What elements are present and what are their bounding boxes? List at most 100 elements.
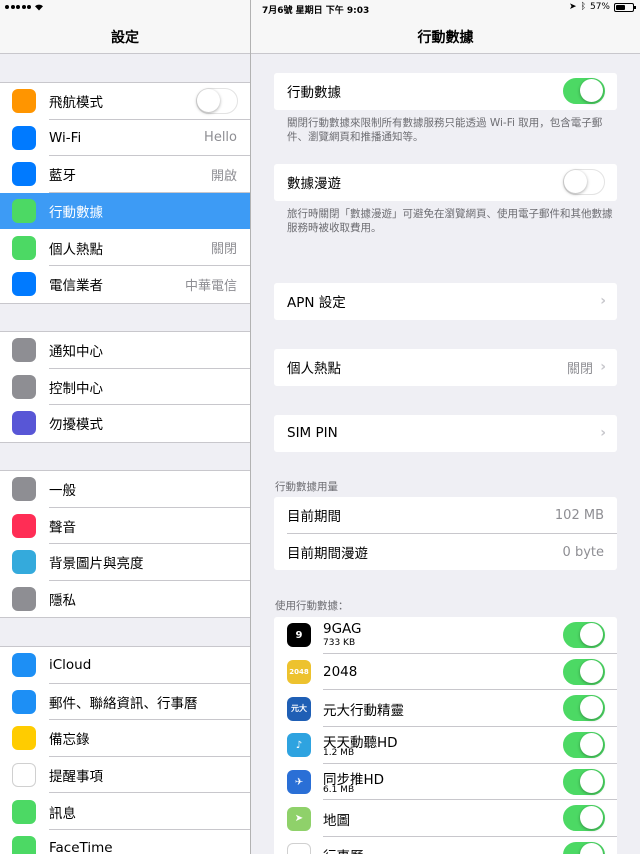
hotspot-label: 個人熱點 [287,361,341,378]
sidebar-item[interactable]: 飛航模式 [0,83,250,120]
usage-label: 目前期間漫遊 [287,546,368,563]
app-icon-glyph: 9 [295,629,303,641]
app-cellular-toggle[interactable] [563,768,605,795]
settings-group: 通知中心控制中心 勿擾模式 [0,331,250,443]
location-icon: ➤ [569,2,577,12]
sidebar-item[interactable]: iCloud [0,647,250,684]
hand-icon [12,587,36,612]
signal-dots-icon [5,5,31,9]
app-data-size: 1.2 MB [323,748,355,759]
mail-icon [12,689,36,714]
settings-group: 一般聲音 背景圖片與亮度 隱私 [0,470,250,619]
airplane-icon [12,89,36,114]
sidebar-item[interactable]: 提醒事項 [0,757,250,794]
sidebar-item-label: 備忘錄 [49,732,90,749]
sidebar-item-label: 電信業者 [49,278,103,295]
app-data-size: 733 KB [323,638,356,648]
sidebar-item[interactable]: 背景圖片與亮度 [0,544,250,581]
app-cellular-toggle[interactable] [563,842,605,854]
sidebar-item[interactable]: 電信業者 中華電信 [0,266,250,303]
app-name: 2048 [323,664,358,681]
cellular-data-row: 行動數據 [274,73,617,110]
sidebar-item[interactable]: 郵件、聯絡資訊、行事曆 [0,684,250,721]
app-name: 9GAG [323,621,362,637]
cellular-data-toggle[interactable] [563,78,605,104]
usage-card: 目前期間 102 MB 目前期間漫遊 0 byte [274,497,617,571]
app-cellular-toggle[interactable] [563,658,605,685]
sidebar-item[interactable]: 隱私 [0,581,250,618]
sidebar-item[interactable]: 藍牙 開啟 [0,156,250,193]
app-row: ➤ 地圖 [274,800,617,838]
settings-group: iCloud 郵件、聯絡資訊、行事曆備忘錄提醒事項訊息 FaceTime [0,646,250,854]
sidebar-item[interactable]: FaceTime [0,830,250,854]
roaming-card: 數據漫遊 [274,164,617,201]
sidebar-item-label: iCloud [49,657,92,674]
sim-pin-row[interactable]: SIM PIN › [274,415,617,452]
chevron-right-icon: › [600,359,606,376]
hotspot-card: 個人熱點 關閉 › [274,349,617,386]
message-icon [12,799,36,824]
sidebar-item-value: 中華電信 [184,278,237,294]
sidebar-item[interactable]: 訊息 [0,793,250,830]
cellular-detail-pane: 行動數據 行動數據 關閉行動數據來限制所有數據服務只能透過 Wi-Fi 取用，包… [251,0,640,854]
status-bar: 7月6號 星期日 下午 9:03 ➤ ᛒ 57% [0,0,640,16]
cellular-data-label: 行動數據 [287,85,341,102]
9gag-icon: 9 [287,623,311,648]
calendar-icon [287,843,311,854]
app-cellular-toggle[interactable] [563,805,605,832]
sidebar-item[interactable]: 勿擾模式 [0,405,250,442]
app-icon-glyph: ✈ [294,776,304,788]
usage-value: 0 byte [562,544,604,560]
sidebar-item-label: Wi-Fi [49,129,82,146]
sidebar-item[interactable]: 行動數據 [0,192,250,230]
app-row: ♪ 天天動聽HD 1.2 MB [274,727,617,764]
app-icon-glyph: ➤ [294,813,304,825]
roaming-toggle[interactable] [563,169,605,195]
notes-icon [12,726,36,751]
hotspot-icon [12,235,36,260]
speaker-icon [12,513,36,538]
sidebar-item-label: 一般 [49,483,76,500]
control-center-icon [12,374,36,399]
hotspot-row[interactable]: 個人熱點 關閉 › [274,349,617,386]
apn-settings-row[interactable]: APN 設定 › [274,283,617,320]
sidebar-item[interactable]: 聲音 [0,508,250,545]
sim-card: SIM PIN › [274,415,617,452]
status-time: 7月6號 星期日 下午 9:03 [262,6,370,16]
sidebar-item[interactable]: Wi-Fi Hello [0,120,250,157]
list-icon [12,763,36,788]
sidebar-item-label: 藍牙 [49,168,76,185]
sidebar-item[interactable]: 個人熱點 關閉 [0,229,250,266]
usage-row: 目前期間 102 MB [274,497,617,534]
battery-icon [614,2,636,12]
app-cellular-toggle[interactable] [563,695,605,722]
airplane-mode-toggle[interactable] [196,88,238,114]
sidebar-item[interactable]: 一般 [0,471,250,508]
detail-title: 行動數據 [417,30,474,46]
app-name: 地圖 [323,812,350,829]
sidebar-item-label: 飛航模式 [49,95,103,112]
app-cellular-toggle[interactable] [563,732,605,759]
split-divider [250,0,251,854]
settings-sidebar: 設定 飛航模式 Wi-Fi Hello 藍牙 開啟 行動數據 個人熱點 關閉 電信業者 中華電信通… [0,0,250,854]
app-row: 9 9GAG 733 KB [274,617,617,654]
app-cellular-toggle[interactable] [563,622,605,648]
app-row: ✈ 同步推HD 6.1 MB [274,764,617,801]
sidebar-item[interactable]: 通知中心 [0,332,250,369]
roaming-note: 旅行時關閉「數據漫遊」可避免在瀏覽網頁、使用電子郵件和其他數據服務時被收取費用。 [287,208,613,234]
apn-card: APN 設定 › [274,283,617,320]
chevron-right-icon: › [600,293,606,310]
chevron-right-icon: › [600,425,606,442]
settings-group: 飛航模式 Wi-Fi Hello 藍牙 開啟 行動數據 個人熱點 關閉電信業者 中華電信 [0,82,250,304]
sidebar-item-label: 提醒事項 [49,769,103,786]
sidebar-item[interactable]: 備忘錄 [0,720,250,757]
usage-value: 102 MB [554,507,604,523]
app-icon-glyph: 2048 [289,668,309,677]
sidebar-item[interactable]: 控制中心 [0,369,250,406]
app-icon-glyph: 元大 [291,704,307,714]
sidebar-item-label: 通知中心 [49,344,103,361]
tongbu-icon: ✈ [287,770,311,795]
cellular-data-note: 關閉行動數據來限制所有數據服務只能透過 Wi-Fi 取用，包含電子郵件、瀏覽網頁… [287,117,603,143]
status-right: ➤ ᛒ 57% [569,2,636,12]
sidebar-item-label: FaceTime [49,840,113,854]
